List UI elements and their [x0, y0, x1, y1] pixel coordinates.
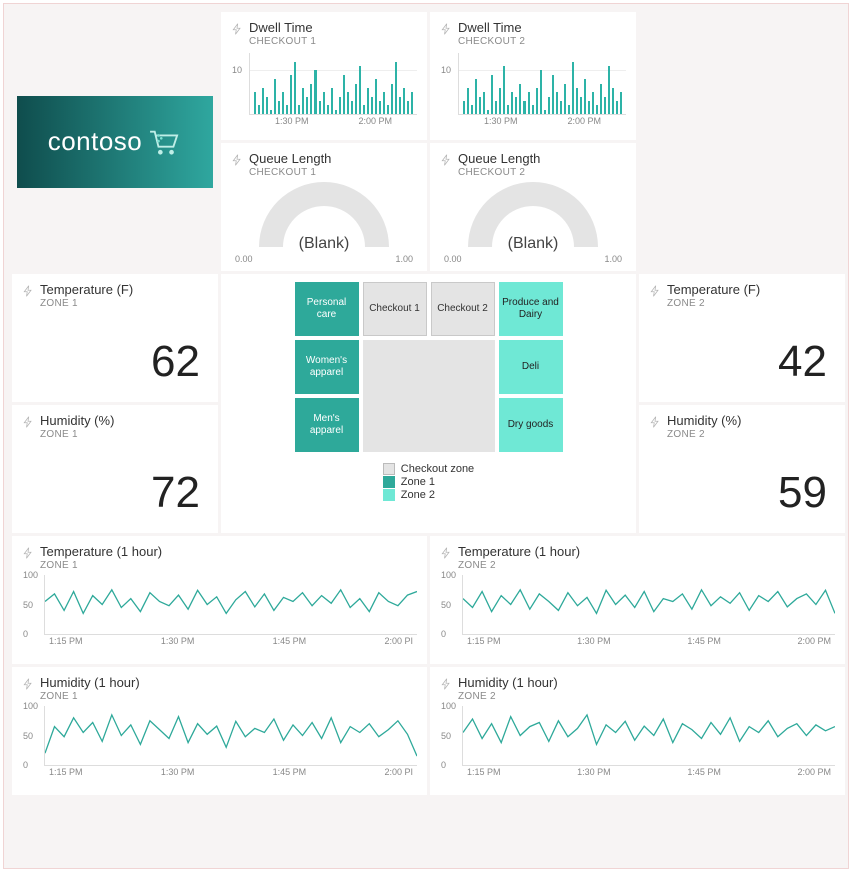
tile-title: Humidity (1 hour) [458, 675, 558, 690]
tile-title: Dwell Time [249, 20, 316, 35]
cart-icon [148, 128, 182, 156]
lightning-icon [22, 547, 34, 559]
lightning-icon [440, 678, 452, 690]
humidity-history-zone1-tile[interactable]: Humidity (1 hour) ZONE 1 0 50 100 1:15 P… [12, 667, 427, 795]
gauge-value: (Blank) [492, 206, 574, 253]
lightning-icon [440, 154, 452, 166]
temp-zone1-line-chart: 0 50 100 1:15 PM 1:30 PM 1:45 PM 2:00 PI [44, 575, 417, 635]
dwell-time-checkout1-tile[interactable]: Dwell Time CHECKOUT 1 10 1:30 PM 2:00 PM [221, 12, 427, 140]
tile-subtitle: CHECKOUT 1 [249, 36, 316, 47]
tile-subtitle: CHECKOUT 2 [458, 36, 525, 47]
zone-produce-dairy[interactable]: Produce and Dairy [499, 282, 563, 336]
queue-length-checkout2-tile[interactable]: Queue Length CHECKOUT 2 (Blank) 0.00 1.0… [430, 143, 636, 271]
zone-dry-goods[interactable]: Dry goods [499, 398, 563, 452]
tile-subtitle: ZONE 1 [40, 429, 114, 440]
brand-logo: contoso [17, 96, 213, 188]
dwell1-bar-chart: 10 1:30 PM 2:00 PM [249, 53, 417, 115]
tile-subtitle: ZONE 1 [40, 298, 133, 309]
swatch-zone1 [383, 476, 395, 488]
swatch-zone2 [383, 489, 395, 501]
lightning-icon [22, 285, 34, 297]
tile-title: Humidity (1 hour) [40, 675, 140, 690]
store-floorplan: Personal care Checkout 1 Checkout 2 Prod… [295, 282, 563, 452]
store-map-tile[interactable]: Personal care Checkout 1 Checkout 2 Prod… [221, 274, 636, 533]
humidity-zone1-tile[interactable]: Humidity (%) ZONE 1 72 [12, 405, 218, 533]
lightning-icon [440, 23, 452, 35]
temperature-history-zone2-tile[interactable]: Temperature (1 hour) ZONE 2 0 50 100 1:1… [430, 536, 845, 664]
zone-deli[interactable]: Deli [499, 340, 563, 394]
lightning-icon [231, 154, 243, 166]
temp-zone2-line-chart: 0 50 100 1:15 PM 1:30 PM 1:45 PM 2:00 PM [462, 575, 835, 635]
brand-logo-tile: contoso [12, 12, 218, 271]
map-legend: Checkout zone Zone 1 Zone 2 [383, 462, 474, 502]
lightning-icon [22, 678, 34, 690]
tile-subtitle: ZONE 1 [40, 560, 162, 571]
tile-title: Queue Length [458, 151, 540, 166]
tile-title: Temperature (F) [40, 282, 133, 297]
lightning-icon [440, 547, 452, 559]
tile-subtitle: ZONE 2 [667, 298, 760, 309]
queue-length-checkout1-tile[interactable]: Queue Length CHECKOUT 1 (Blank) 0.00 1.0… [221, 143, 427, 271]
floor-bg [363, 340, 495, 452]
zone-womens-apparel[interactable]: Women's apparel [295, 340, 359, 394]
zone-checkout2[interactable]: Checkout 2 [431, 282, 495, 336]
dwell-time-checkout2-tile[interactable]: Dwell Time CHECKOUT 2 10 1:30 PM 2:00 PM [430, 12, 636, 140]
gauge-value: (Blank) [283, 206, 365, 253]
tile-title: Temperature (1 hour) [458, 544, 580, 559]
temperature-zone1-tile[interactable]: Temperature (F) ZONE 1 62 [12, 274, 218, 402]
tile-title: Humidity (%) [667, 413, 741, 428]
lightning-icon [649, 285, 661, 297]
lightning-icon [231, 23, 243, 35]
dwell2-bar-chart: 10 1:30 PM 2:00 PM [458, 53, 626, 115]
tile-subtitle: ZONE 2 [458, 560, 580, 571]
metric-value: 72 [22, 468, 200, 518]
zone-checkout1[interactable]: Checkout 1 [363, 282, 427, 336]
zone-mens-apparel[interactable]: Men's apparel [295, 398, 359, 452]
humidity-history-zone2-tile[interactable]: Humidity (1 hour) ZONE 2 0 50 100 1:15 P… [430, 667, 845, 795]
tile-subtitle: ZONE 2 [458, 691, 558, 702]
tile-title: Queue Length [249, 151, 331, 166]
metric-value: 62 [22, 337, 200, 387]
queue1-gauge: (Blank) 0.00 1.00 [231, 182, 417, 262]
tile-title: Humidity (%) [40, 413, 114, 428]
tile-subtitle: ZONE 2 [667, 429, 741, 440]
swatch-checkout [383, 463, 395, 475]
tile-title: Temperature (F) [667, 282, 760, 297]
tile-title: Temperature (1 hour) [40, 544, 162, 559]
hum-zone2-line-chart: 0 50 100 1:15 PM 1:30 PM 1:45 PM 2:00 PM [462, 706, 835, 766]
tile-subtitle: CHECKOUT 2 [458, 167, 540, 178]
zone-personal-care[interactable]: Personal care [295, 282, 359, 336]
brand-name: contoso [48, 126, 143, 157]
tile-subtitle: ZONE 1 [40, 691, 140, 702]
lightning-icon [22, 416, 34, 428]
hum-zone1-line-chart: 0 50 100 1:15 PM 1:30 PM 1:45 PM 2:00 PI [44, 706, 417, 766]
tile-subtitle: CHECKOUT 1 [249, 167, 331, 178]
metric-value: 42 [649, 337, 827, 387]
lightning-icon [649, 416, 661, 428]
queue2-gauge: (Blank) 0.00 1.00 [440, 182, 626, 262]
humidity-zone2-tile[interactable]: Humidity (%) ZONE 2 59 [639, 405, 845, 533]
temperature-zone2-tile[interactable]: Temperature (F) ZONE 2 42 [639, 274, 845, 402]
tile-title: Dwell Time [458, 20, 525, 35]
metric-value: 59 [649, 468, 827, 518]
temperature-history-zone1-tile[interactable]: Temperature (1 hour) ZONE 1 0 50 100 1:1… [12, 536, 427, 664]
